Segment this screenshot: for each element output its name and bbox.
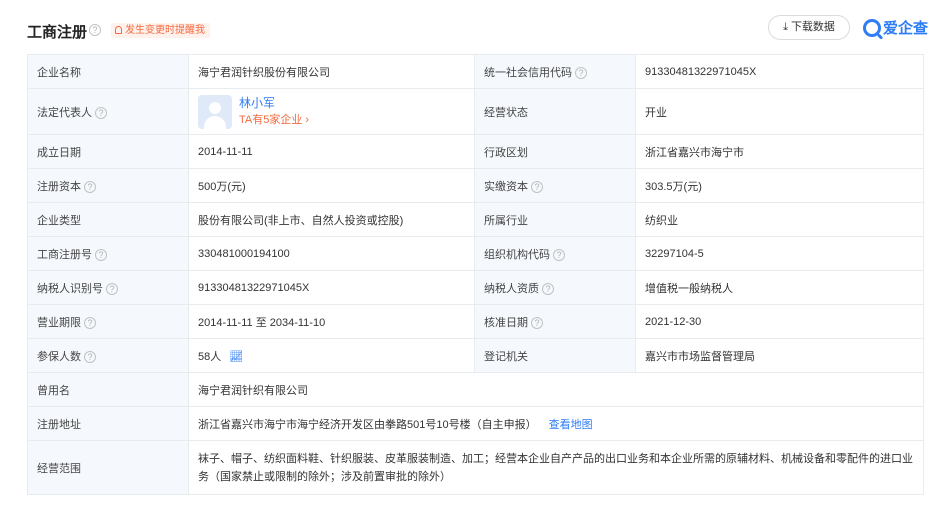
table-row: 法定代表人 ? 林小军 TA有5家企业 › 经营状态 开业 [27,88,924,135]
table-row: 注册资本 ? 500万(元) 实缴资本 ? 303.5万(元) [27,168,924,203]
label-credit-code-text: 统一社会信用代码 [484,66,572,79]
help-icon[interactable]: ? [84,316,97,329]
help-icon[interactable]: ? [575,66,588,79]
label-taxpayer-id-text: 纳税人识别号 [37,282,103,295]
value-business-scope: 袜子、帽子、纺织面料鞋、针织服装、皮革服装制造、加工；经营本企业自产产品的出口业… [188,440,924,495]
help-icon[interactable]: ? [95,248,108,261]
table-row: 营业期限 ? 2014-11-11 至 2034-11-10 核准日期 ? 20… [27,304,924,339]
value-operating-status: 开业 [635,88,924,135]
label-paid-capital: 实缴资本 ? [474,168,636,203]
label-taxpayer-qualification-text: 纳税人资质 [484,282,539,295]
table-row: 经营范围 袜子、帽子、纺织面料鞋、针织服装、皮革服装制造、加工；经营本企业自产产… [27,440,924,495]
value-registration-number: 330481000194100 [188,236,475,271]
label-operating-status: 经营状态 [474,88,636,135]
value-former-name: 海宁君润针织有限公司 [188,372,924,407]
label-credit-code: 统一社会信用代码 ? [474,54,636,89]
label-insured-count-text: 参保人数 [37,350,81,363]
label-registered-address: 注册地址 [27,406,189,441]
table-row: 曾用名 海宁君润针织有限公司 [27,372,924,407]
value-company-name: 海宁君润针织股份有限公司 [188,54,475,89]
table-row: 纳税人识别号 ? 91330481322971045X 纳税人资质 ? 增值税一… [27,270,924,305]
label-paid-capital-text: 实缴资本 [484,180,528,193]
bell-icon [115,26,122,34]
insured-count-text: 58人 [198,350,222,363]
help-icon[interactable]: ? [553,248,566,261]
trend-chart-icon[interactable]: 📈︎ [229,351,243,363]
value-insured-count: 58人 📈︎ [188,338,475,373]
label-approval-date-text: 核准日期 [484,316,528,329]
label-registration-number: 工商注册号 ? [27,236,189,271]
section-header: 工商注册 ? 发生变更时提醒我 ⤓ 下载数据 爱企查 [27,14,928,46]
download-icon: ⤓ [783,21,788,33]
label-legal-rep-text: 法定代表人 [37,106,92,119]
help-icon[interactable]: ? [106,282,119,295]
label-insured-count: 参保人数 ? [27,338,189,373]
help-icon[interactable]: ? [542,282,555,295]
registered-address-text: 浙江省嘉兴市海宁市海宁经济开发区由拳路501号10号楼（自主申报） [198,418,537,431]
table-row: 参保人数 ? 58人 📈︎ 登记机关 嘉兴市市场监督管理局 [27,338,924,373]
magnifier-logo-icon [863,18,881,37]
label-admin-region: 行政区划 [474,134,636,169]
label-taxpayer-id: 纳税人识别号 ? [27,270,189,305]
label-former-name: 曾用名 [27,372,189,407]
download-data-button[interactable]: ⤓ 下载数据 [768,15,850,40]
value-company-type: 股份有限公司(非上市、自然人投资或控股) [188,202,475,237]
value-paid-capital: 303.5万(元) [635,168,924,203]
value-business-term: 2014-11-11 至 2034-11-10 [188,304,475,339]
table-row: 成立日期 2014-11-11 行政区划 浙江省嘉兴市海宁市 [27,134,924,169]
table-row: 企业类型 股份有限公司(非上市、自然人投资或控股) 所属行业 纺织业 [27,202,924,237]
label-business-scope: 经营范围 [27,440,189,495]
help-icon[interactable]: ? [95,106,108,119]
value-registered-address: 浙江省嘉兴市海宁市海宁经济开发区由拳路501号10号楼（自主申报） 查看地图 [188,406,924,441]
value-admin-region: 浙江省嘉兴市海宁市 [635,134,924,169]
help-icon[interactable]: ? [531,180,544,193]
view-map-link[interactable]: 查看地图 [549,419,593,431]
label-company-type: 企业类型 [27,202,189,237]
help-icon[interactable]: ? [84,350,97,363]
download-label: 下载数据 [790,21,835,33]
label-legal-rep: 法定代表人 ? [27,88,189,135]
table-row: 注册地址 浙江省嘉兴市海宁市海宁经济开发区由拳路501号10号楼（自主申报） 查看… [27,406,924,441]
section-title: 工商注册 [27,24,88,41]
legal-rep-card: 林小军 TA有5家企业 › [198,94,465,129]
value-registration-authority: 嘉兴市市场监督管理局 [635,338,924,373]
label-registration-number-text: 工商注册号 [37,248,92,261]
table-row: 工商注册号 ? 330481000194100 组织机构代码 ? 3229710… [27,236,924,271]
legal-rep-companies-link[interactable]: TA有5家企业 › [239,113,309,128]
label-registered-capital-text: 注册资本 [37,180,81,193]
value-taxpayer-qualification: 增值税一般纳税人 [635,270,924,305]
change-remind-button[interactable]: 发生变更时提醒我 [111,23,210,38]
help-icon[interactable]: ? [89,24,101,36]
label-taxpayer-qualification: 纳税人资质 ? [474,270,636,305]
legal-rep-name-link[interactable]: 林小军 [239,96,309,111]
change-remind-label: 发生变更时提醒我 [125,25,205,36]
brand-name: 爱企查 [883,20,929,37]
registration-info-table: 企业名称 海宁君润针织股份有限公司 统一社会信用代码 ? 91330481322… [27,54,924,495]
label-industry: 所属行业 [474,202,636,237]
label-org-code-text: 组织机构代码 [484,248,550,261]
value-credit-code: 91330481322971045X [635,54,924,89]
label-business-term-text: 营业期限 [37,316,81,329]
value-taxpayer-id: 91330481322971045X [188,270,475,305]
label-company-name: 企业名称 [27,54,189,89]
brand-logo[interactable]: 爱企查 [863,17,928,39]
help-icon[interactable]: ? [531,316,544,329]
value-approval-date: 2021-12-30 [635,304,924,339]
label-registered-capital: 注册资本 ? [27,168,189,203]
value-registered-capital: 500万(元) [188,168,475,203]
table-row: 企业名称 海宁君润针织股份有限公司 统一社会信用代码 ? 91330481322… [27,54,924,89]
value-legal-rep: 林小军 TA有5家企业 › [188,88,475,135]
value-industry: 纺织业 [635,202,924,237]
label-business-term: 营业期限 ? [27,304,189,339]
label-establish-date: 成立日期 [27,134,189,169]
label-org-code: 组织机构代码 ? [474,236,636,271]
help-icon[interactable]: ? [84,180,97,193]
value-org-code: 32297104-5 [635,236,924,271]
avatar[interactable] [198,94,232,129]
label-approval-date: 核准日期 ? [474,304,636,339]
label-registration-authority: 登记机关 [474,338,636,373]
value-establish-date: 2014-11-11 [188,134,475,169]
